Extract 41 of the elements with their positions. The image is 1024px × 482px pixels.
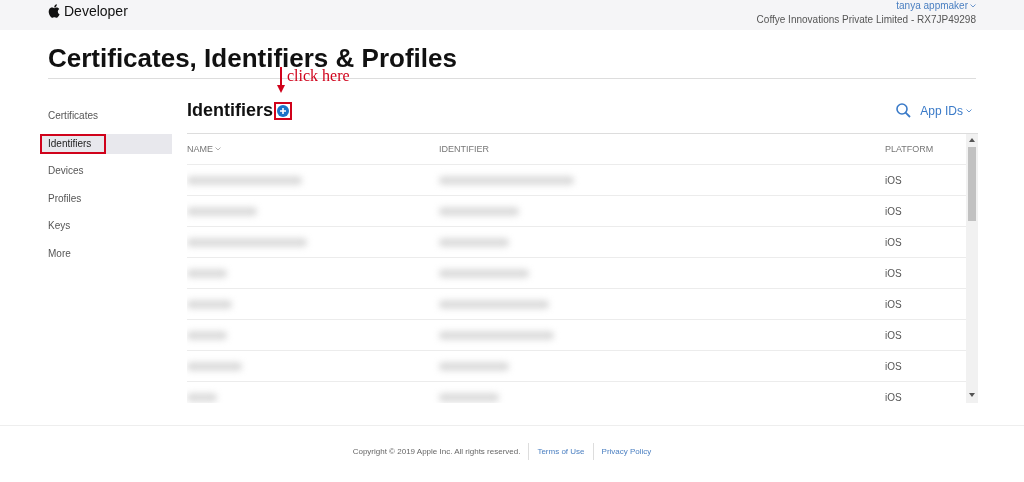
column-header: IDENTIFIER: [439, 144, 489, 154]
blurred-text: [187, 361, 242, 371]
sidebar-item[interactable]: Devices: [40, 161, 172, 181]
apple-logo-icon[interactable]: [48, 4, 60, 18]
chevron-icon: [215, 147, 221, 151]
blurred-text: [439, 361, 509, 371]
table-cell-text: iOS: [885, 391, 903, 403]
brand-name[interactable]: Developer: [64, 3, 128, 19]
table-cell-text: iOS: [885, 236, 903, 248]
column-header[interactable]: NAME: [187, 144, 213, 154]
blurred-text: [187, 268, 227, 278]
filter-dropdown[interactable]: App IDs: [920, 103, 972, 118]
blurred-text: [187, 206, 257, 216]
sidebar-item[interactable]: Certificates: [40, 106, 172, 126]
table-cell-text: iOS: [885, 174, 903, 186]
blurred-text: [439, 392, 499, 402]
footer-link[interactable]: Privacy Policy: [592, 443, 660, 460]
blurred-text: [187, 299, 232, 309]
column-header: PLATFORM: [885, 144, 934, 154]
blurred-text: [187, 392, 217, 402]
team-name: Coffye Innovations Private Limited - RX7JP49298: [756, 14, 976, 25]
blurred-text: [439, 237, 509, 247]
search-icon[interactable]: [896, 103, 912, 118]
table-cell-text: iOS: [885, 298, 903, 310]
footer-link[interactable]: Terms of Use: [528, 443, 593, 460]
add-button[interactable]: [274, 101, 293, 120]
sidebar-item[interactable]: Identifiers: [40, 133, 172, 154]
table-cell-text: iOS: [885, 360, 903, 372]
section-title: Identifiers: [187, 100, 274, 121]
chevron-icon: [970, 3, 976, 8]
sidebar-item[interactable]: Profiles: [40, 188, 172, 209]
blurred-text: [187, 330, 227, 340]
table-cell-text: iOS: [885, 267, 903, 279]
chevron-icon: [966, 108, 972, 113]
sidebar-item[interactable]: More: [40, 243, 172, 264]
sidebar-item[interactable]: Keys: [40, 216, 172, 236]
arrow: [277, 67, 285, 93]
table-cell-text: iOS: [885, 329, 903, 341]
table-cell-text: iOS: [885, 205, 903, 217]
copyright-text: Copyright © 2019 Apple Inc. All rights reserved.: [352, 447, 522, 456]
user-name[interactable]: tanya appmaker: [896, 0, 968, 11]
